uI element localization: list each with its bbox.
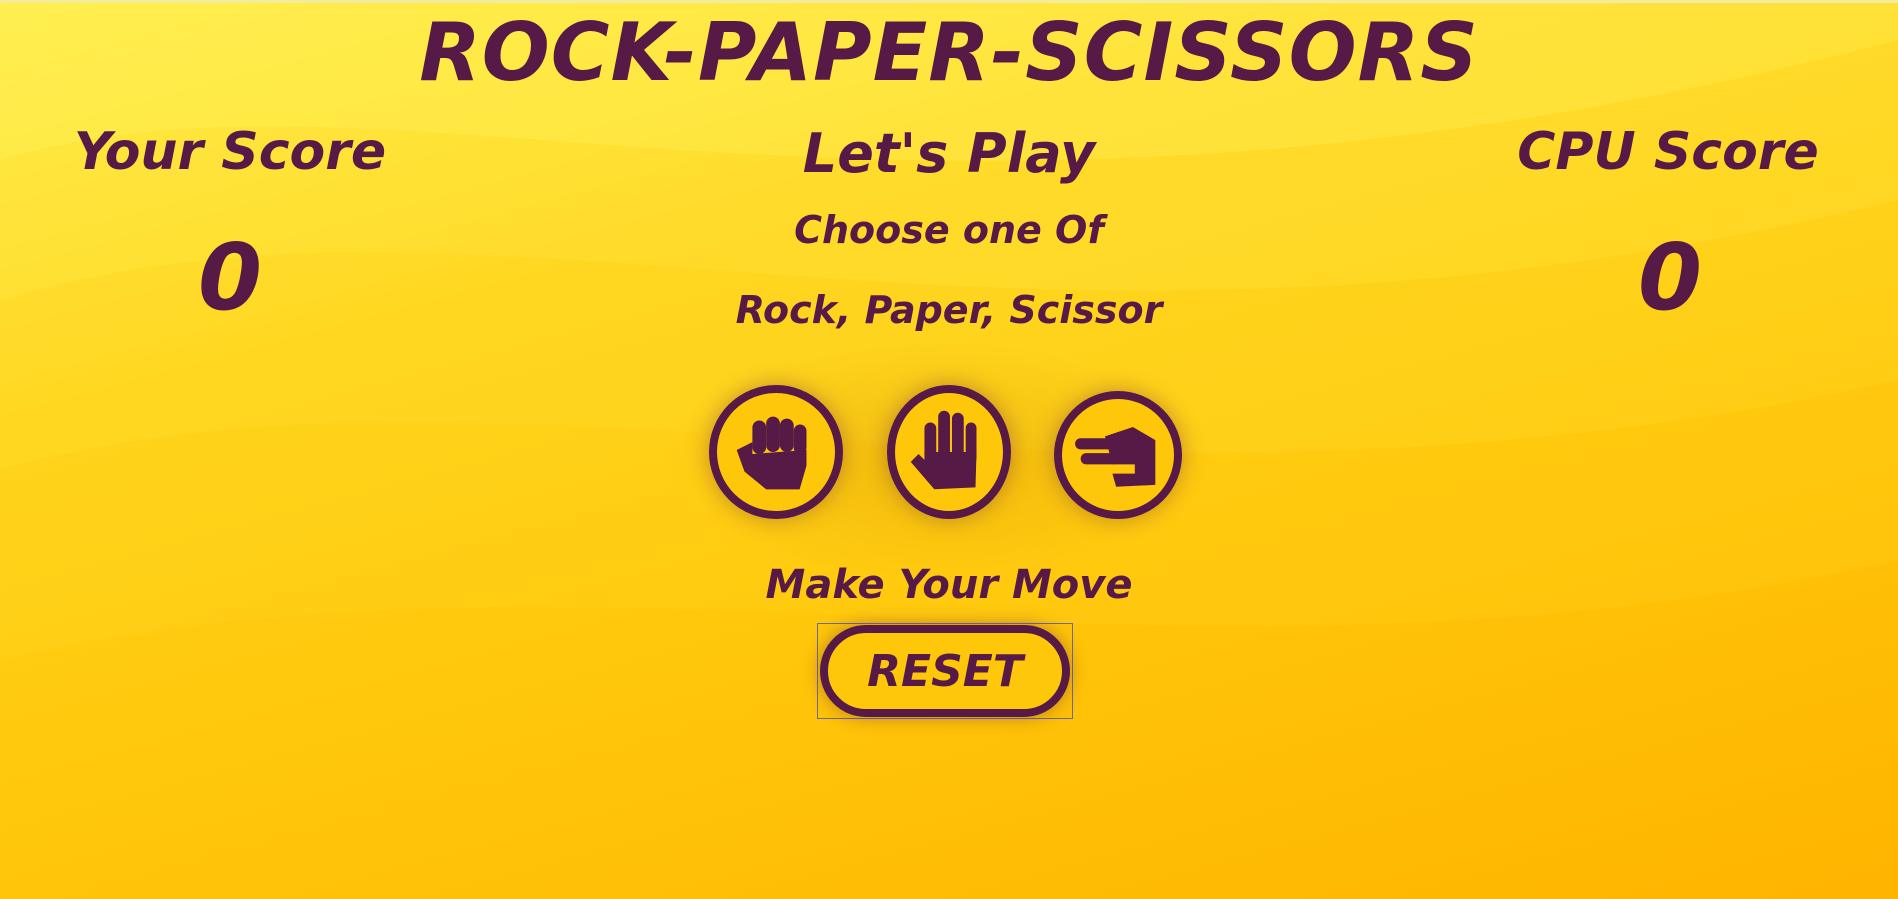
hand-paper-icon bbox=[910, 410, 977, 490]
rock-button[interactable] bbox=[709, 385, 843, 519]
prompt-line-2: Rock, Paper, Scissor bbox=[735, 288, 1163, 332]
paper-button[interactable] bbox=[887, 385, 1011, 519]
hand-scissors-icon bbox=[1075, 427, 1156, 487]
prompt-heading: Let's Play bbox=[802, 122, 1096, 185]
hand-rock-icon bbox=[736, 416, 807, 490]
game-title: ROCK-PAPER-SCISSORS bbox=[419, 6, 1479, 99]
reset-button[interactable]: RESET bbox=[820, 625, 1070, 717]
status-message: Make Your Move bbox=[765, 562, 1133, 608]
scissors-button[interactable] bbox=[1054, 391, 1182, 519]
prompt-line-1: Choose one Of bbox=[794, 208, 1104, 252]
